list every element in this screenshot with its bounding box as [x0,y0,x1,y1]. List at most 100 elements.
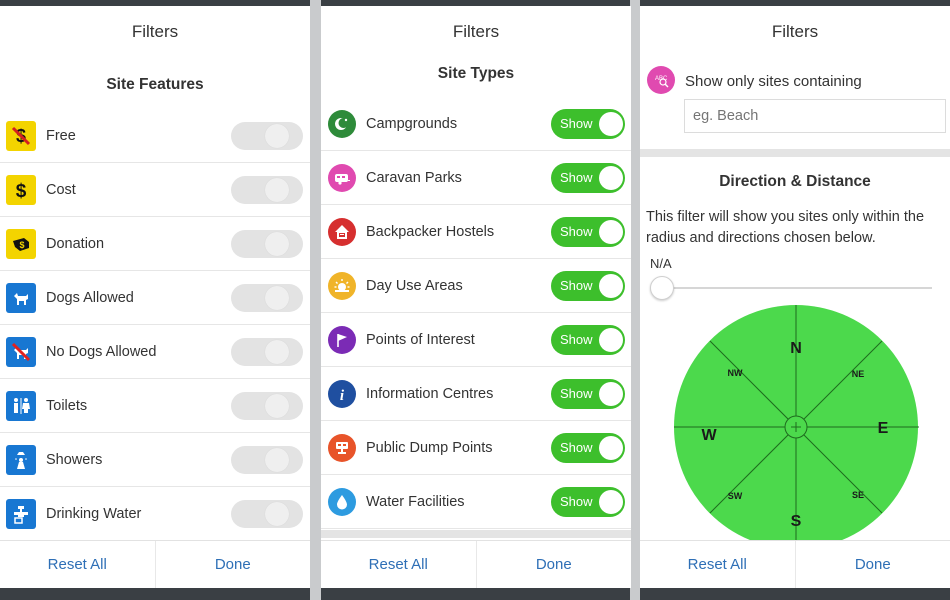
panel-title: Filters [452,22,500,41]
day-use-areas-toggle[interactable]: Show [551,270,625,301]
site-features-panel: Filters Site Features $ Free $ Cost $ Do… [0,6,310,588]
toggle-label: Show [560,116,593,131]
svg-text:$: $ [16,181,27,201]
public-dump-points-toggle[interactable]: Show [551,432,625,463]
dog-icon [6,282,36,313]
dogs-allowed-toggle[interactable] [231,283,303,312]
section-title: Site Features [106,76,204,93]
compass-n-label: N [790,340,802,357]
abc-search-icon: ABC [647,66,675,94]
feature-label: Drinking Water [46,505,142,522]
filter-description: This filter will show you sites only wit… [646,209,925,246]
info-icon: i [328,379,356,408]
compass-se-label: SE [852,490,864,500]
feature-row-cost[interactable]: $ Cost [0,163,310,217]
water-facilities-toggle[interactable]: Show [551,486,625,517]
site-type-row-caravan-parks[interactable]: Caravan Parks Show [321,151,631,205]
reset-all-button[interactable]: Reset All [321,541,476,588]
free-toggle[interactable] [231,121,303,150]
toilets-toggle[interactable] [231,391,303,420]
section-title: Site Types [437,65,515,82]
no-dogs-toggle[interactable] [231,337,303,366]
direction-distance-panel: Filters ABC Show only sites containing D… [640,6,950,588]
dollar-icon: $ [6,174,36,205]
feature-row-donation[interactable]: $ Donation [0,217,310,271]
site-type-row-public-dump-points[interactable]: Public Dump Points Show [321,421,631,475]
compass-ne-label: NE [852,369,865,379]
site-type-label: Public Dump Points [366,439,493,456]
section-title: Direction & Distance [719,173,871,190]
done-button[interactable]: Done [794,541,950,588]
feature-row-showers[interactable]: Showers [0,433,310,487]
done-button[interactable]: Done [154,541,311,588]
information-centres-toggle[interactable]: Show [551,378,625,409]
reset-all-button[interactable]: Reset All [0,541,155,588]
caravan-icon [328,163,356,192]
svg-text:i: i [340,388,345,403]
section-divider [640,149,950,157]
toggle-label: Show [560,224,593,239]
site-type-row-day-use-areas[interactable]: Day Use Areas Show [321,259,631,313]
search-input[interactable] [684,99,946,133]
feature-label: Free [46,127,76,144]
toilets-icon [6,390,36,421]
site-types-panel: Filters Site Types Campgrounds Show Cara… [321,6,631,588]
donation-icon: $ [6,228,36,259]
distance-slider-track[interactable] [652,287,932,289]
points-of-interest-toggle[interactable]: Show [551,324,625,355]
site-type-row-points-of-interest[interactable]: Points of Interest Show [321,313,631,367]
compass-w-label: W [701,427,717,444]
water-drop-icon [328,487,356,516]
slider-value-label: N/A [650,256,672,271]
toggle-label: Show [560,494,593,509]
feature-row-dogs-allowed[interactable]: Dogs Allowed [0,271,310,325]
panel-footer: Reset All Done [321,540,631,588]
toggle-label: Show [560,386,593,401]
compass-s-label: S [791,513,802,530]
panel-footer: Reset All Done [0,540,310,588]
compass-sw-label: SW [728,491,743,501]
caravan-parks-toggle[interactable]: Show [551,162,625,193]
site-type-row-information-centres[interactable]: i Information Centres Show [321,367,631,421]
toggle-label: Show [560,170,593,185]
site-type-row-backpacker-hostels[interactable]: Backpacker Hostels Show [321,205,631,259]
toggle-label: Show [560,278,593,293]
site-type-row-water-facilities[interactable]: Water Facilities Show [321,475,631,529]
site-type-label: Caravan Parks [366,169,462,186]
site-type-label: Day Use Areas [366,277,463,294]
site-type-label: Campgrounds [366,115,458,132]
shower-icon [6,444,36,475]
done-button[interactable]: Done [475,541,632,588]
site-type-row-campgrounds[interactable]: Campgrounds Show [321,97,631,151]
distance-slider-handle[interactable] [650,276,674,300]
direction-compass[interactable]: N S E W NE NW SE SW [674,304,919,549]
water-tap-icon [6,498,36,529]
flag-icon [328,325,356,354]
feature-row-no-dogs[interactable]: No Dogs Allowed [0,325,310,379]
site-type-label: Backpacker Hostels [366,223,495,240]
campgrounds-toggle[interactable]: Show [551,108,625,139]
sun-icon [328,271,356,300]
site-type-label: Information Centres [366,385,494,402]
compass-nw-label: NW [728,368,743,378]
drinking-water-toggle[interactable] [231,499,303,528]
svg-text:$: $ [19,240,24,250]
toggle-label: Show [560,332,593,347]
site-type-label: Water Facilities [366,493,465,510]
feature-row-free[interactable]: $ Free [0,109,310,163]
feature-label: Donation [46,235,105,252]
feature-label: No Dogs Allowed [46,343,157,360]
hostel-icon [328,217,356,246]
feature-row-toilets[interactable]: Toilets [0,379,310,433]
donation-toggle[interactable] [231,229,303,258]
feature-row-drinking-water[interactable]: Drinking Water [0,487,310,541]
search-label: Show only sites containing [685,73,862,90]
panel-separator [630,0,640,600]
cost-toggle[interactable] [231,175,303,204]
showers-toggle[interactable] [231,445,303,474]
backpacker-hostels-toggle[interactable]: Show [551,216,625,247]
reset-all-button[interactable]: Reset All [640,541,795,588]
toggle-label: Show [560,440,593,455]
free-dollar-icon: $ [6,120,36,151]
no-dog-icon [6,336,36,367]
